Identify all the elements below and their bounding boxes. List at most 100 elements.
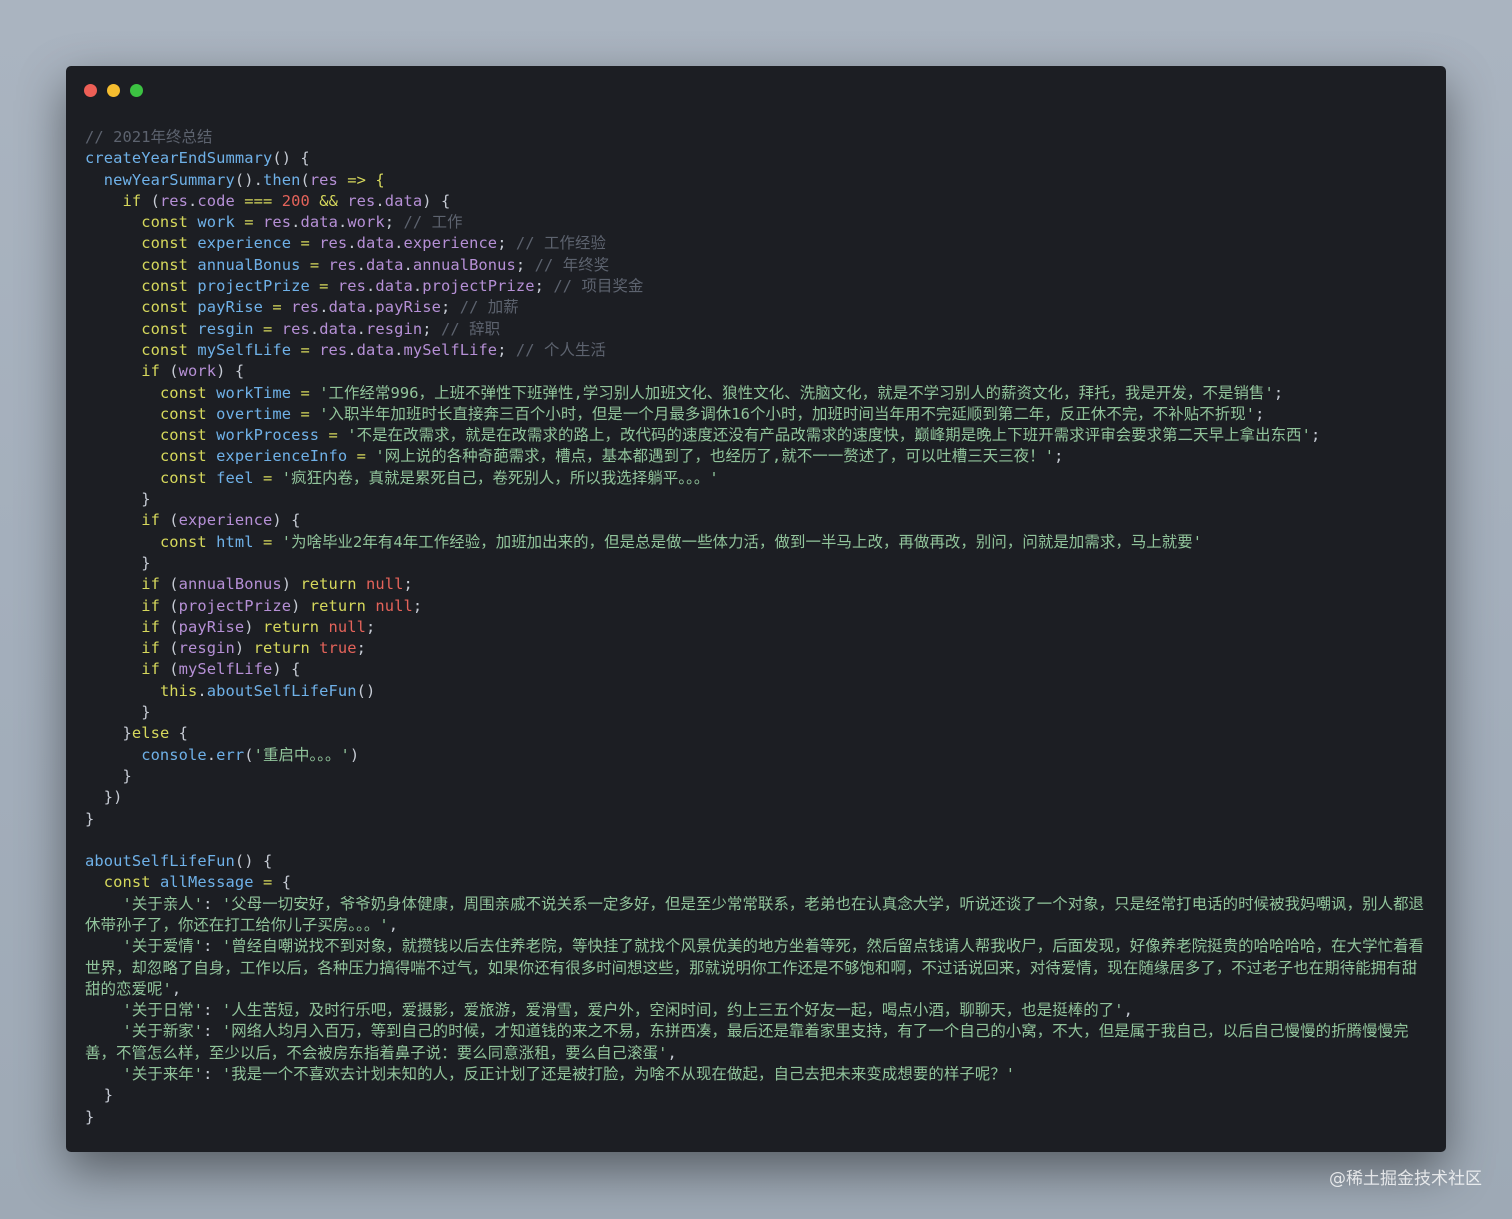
code-line: const work = res.data.work; // 工作	[85, 212, 1427, 233]
code-token: (	[159, 511, 179, 530]
code-token: const	[159, 426, 207, 445]
code-line: }	[85, 1107, 1427, 1128]
code-token: =	[309, 255, 329, 274]
code-token: =	[262, 319, 282, 338]
code-token: {	[169, 724, 189, 743]
code-token: '网上说的各种奇葩需求，槽点，基本都遇到了，也经历了,就不一一赘述了，可以吐槽三…	[375, 447, 1055, 466]
code-line: const projectPrize = res.data.projectPri…	[85, 276, 1427, 297]
code-token: (	[159, 617, 179, 636]
code-token: // 个人生活	[515, 340, 606, 359]
code-line: }	[85, 1085, 1427, 1106]
code-token: experience	[178, 511, 273, 530]
code-token: {	[281, 873, 292, 892]
code-token: projectPrize	[188, 277, 320, 296]
code-token: const	[159, 532, 207, 551]
code-token: ) {	[272, 511, 301, 530]
code-token: '入职半年加班时长直接奔三百个小时，但是一个月最多调休16个小时，加班时间当年用…	[319, 404, 1256, 423]
code-token: =	[300, 340, 320, 359]
code-token: mySelfLife	[403, 340, 498, 359]
code-token: '关于日常'	[85, 1001, 204, 1020]
code-token: res	[262, 213, 292, 232]
code-token: ,	[1123, 1001, 1133, 1020]
code-token: &&	[309, 191, 348, 210]
code-token: experience	[403, 234, 498, 253]
code-token: res	[328, 255, 357, 274]
code-token: =	[262, 532, 282, 551]
code-token: annualBonus	[178, 575, 282, 594]
code-token: ().	[234, 170, 263, 189]
code-line: const mySelfLife = res.data.mySelfLife; …	[85, 340, 1427, 361]
code-line: '关于亲人': '父母一切安好，爷爷奶身体健康，周围亲戚不说关系一定多好，但是至…	[85, 894, 1427, 937]
code-line: const annualBonus = res.data.annualBonus…	[85, 255, 1427, 276]
code-token: ;	[497, 340, 516, 359]
code-token: }	[85, 766, 132, 785]
code-token: }	[85, 703, 151, 722]
code-token: ;	[515, 255, 535, 274]
code-token: then	[262, 170, 301, 189]
code-line: if (mySelfLife) {	[85, 659, 1427, 680]
code-token: .	[206, 745, 217, 764]
code-line: console.err('重启中。。。')	[85, 745, 1427, 766]
code-token: res	[291, 298, 320, 317]
code-token: (	[159, 660, 179, 679]
code-token: ) {	[272, 660, 301, 679]
code-token: // 年终奖	[534, 255, 610, 274]
code-token: })	[85, 788, 123, 807]
code-token: :	[203, 894, 222, 913]
code-token: const	[141, 213, 189, 232]
close-dot[interactable]	[84, 84, 97, 97]
code-token: :	[203, 1022, 222, 1041]
code-token: this	[159, 681, 198, 700]
code-token: .	[412, 277, 423, 296]
code-line: }	[85, 489, 1427, 510]
code-token: // 2021年终总结	[85, 128, 213, 146]
code-token: workTime	[206, 383, 301, 402]
maximize-dot[interactable]	[130, 84, 143, 97]
code-token: resgin	[366, 319, 423, 338]
code-token: }	[85, 553, 151, 572]
code-token: '关于亲人'	[85, 894, 204, 913]
code-token: ;	[366, 617, 376, 636]
code-token: '关于来年'	[85, 1065, 204, 1084]
code-token: true	[309, 639, 357, 658]
code-token: work	[347, 213, 385, 232]
code-line: aboutSelfLifeFun() {	[85, 851, 1427, 872]
code-token: mySelfLife	[188, 340, 301, 359]
code-token: }	[85, 724, 132, 743]
code-token: payRise	[178, 617, 245, 636]
code-token: '不是在改需求，就是在改需求的路上，改代码的速度还没有产品改需求的速度快，巅峰期…	[347, 426, 1311, 445]
code-token: ;	[403, 575, 413, 594]
code-line: }	[85, 766, 1427, 787]
code-token: '关于新家'	[85, 1022, 204, 1041]
code-token: if	[141, 362, 160, 381]
code-token: createYearEndSummary	[85, 149, 273, 168]
code-token: overtime	[206, 404, 301, 423]
code-token: ;	[1054, 447, 1064, 466]
code-token: ,	[171, 979, 182, 998]
code-token: console	[141, 745, 207, 764]
minimize-dot[interactable]	[107, 84, 120, 97]
code-line: const overtime = '入职半年加班时长直接奔三百个小时，但是一个月…	[85, 404, 1427, 425]
code-token: ;	[356, 639, 367, 658]
code-token: data	[328, 298, 367, 317]
code-token: workProcess	[206, 426, 329, 445]
code-token: .	[403, 255, 413, 274]
code-token: .	[319, 298, 329, 317]
code-token: // 工作经验	[515, 234, 606, 253]
code-token: // 辞职	[440, 319, 501, 338]
code-token: }	[85, 1107, 95, 1126]
code-token: .	[375, 191, 385, 210]
code-token: const	[159, 468, 207, 487]
code-token: else	[131, 724, 170, 743]
